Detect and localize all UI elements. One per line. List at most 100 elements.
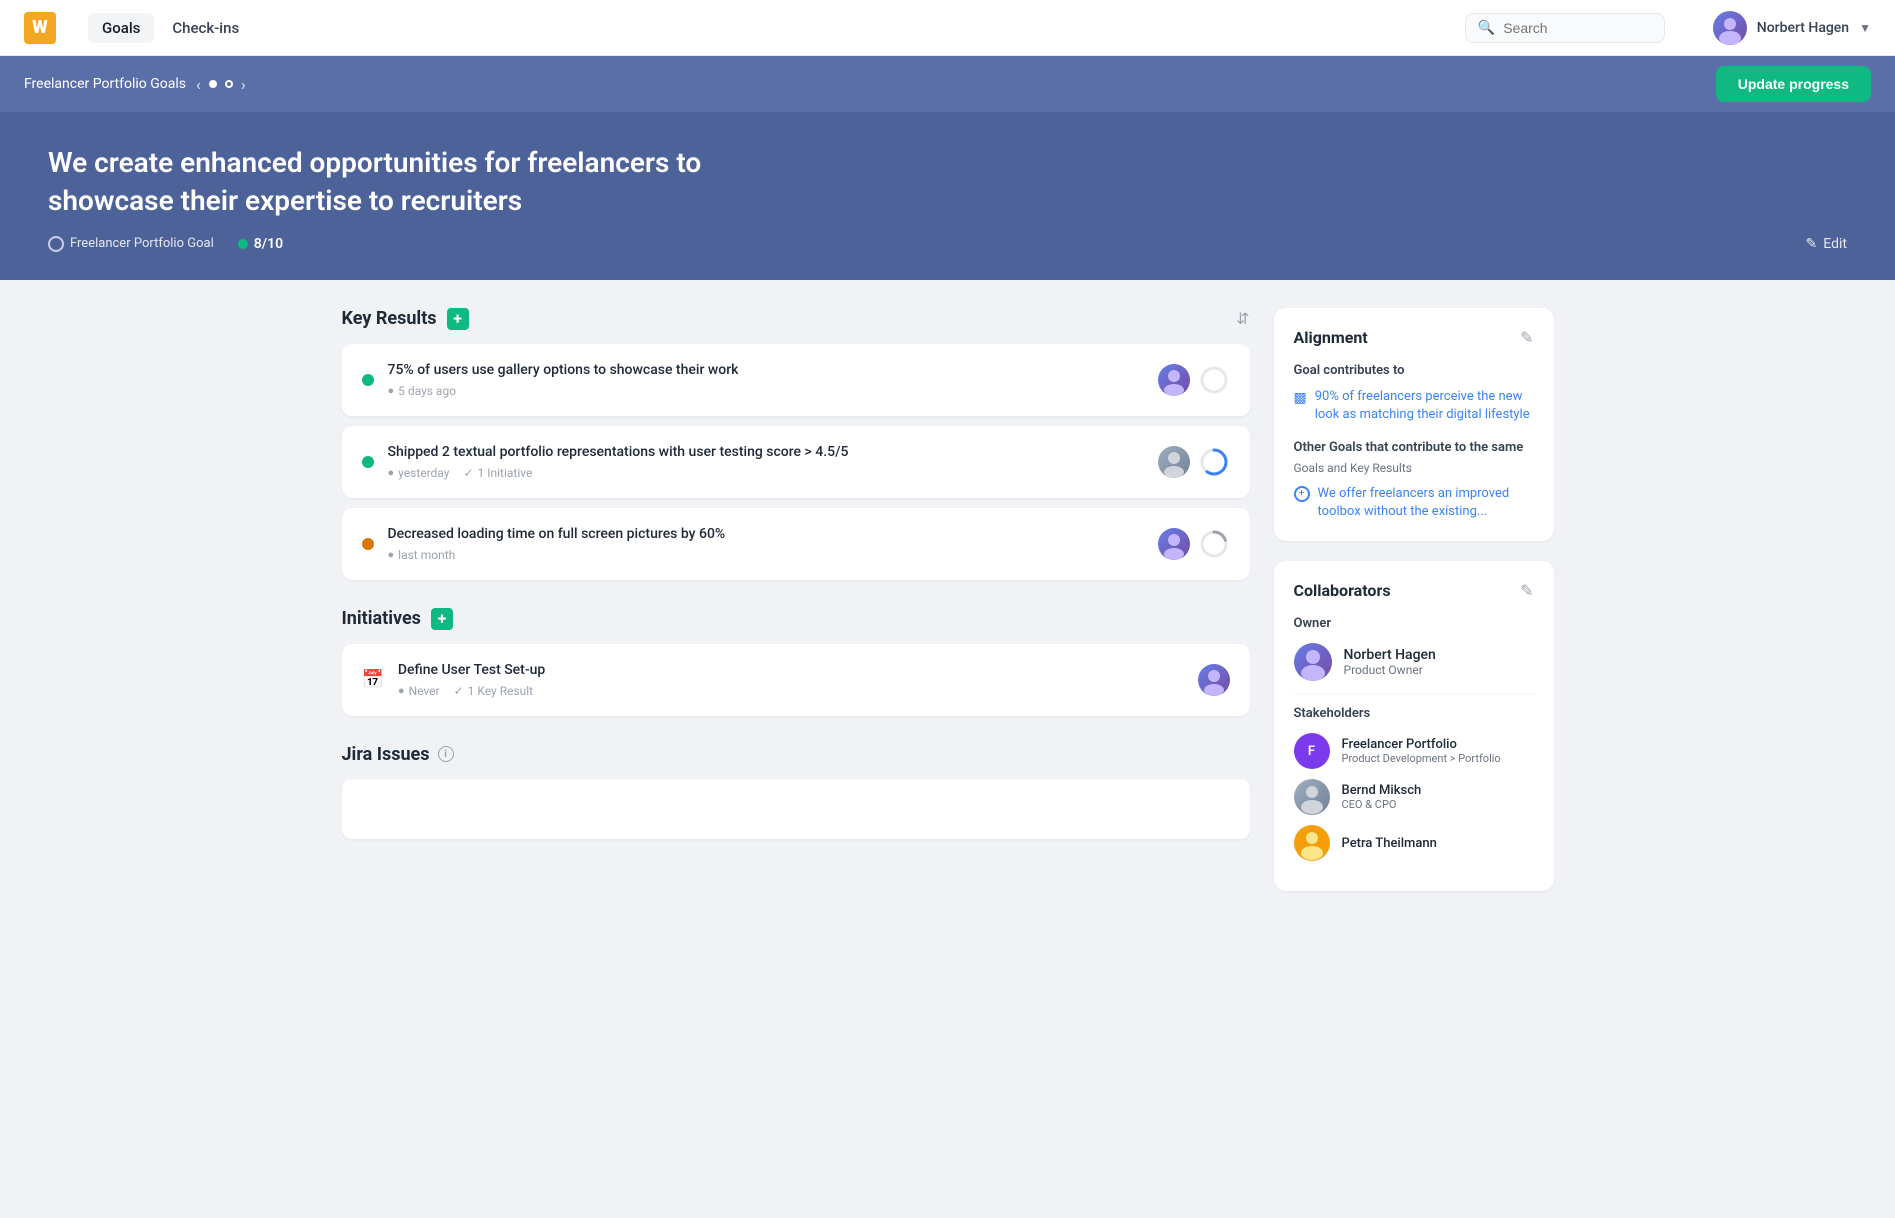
nav-goals[interactable]: Goals	[88, 13, 154, 43]
prev-arrow[interactable]: ‹	[196, 75, 201, 94]
nav-checkins[interactable]: Check-ins	[158, 13, 253, 43]
search-icon: 🔍	[1478, 20, 1495, 36]
calendar-icon: 📅	[362, 669, 384, 690]
stakeholder-avatar: F	[1294, 733, 1330, 769]
clock-icon: ●	[388, 466, 395, 479]
kr-initiative-label: 1 Initiative	[478, 466, 533, 480]
kr-title: Shipped 2 textual portfolio representati…	[388, 444, 1144, 460]
stakeholder-name: Petra Theilmann	[1342, 836, 1437, 851]
init-kr: ✓ 1 Key Result	[454, 684, 534, 698]
initiative-meta: ● Never ✓ 1 Key Result	[398, 684, 1184, 698]
app-logo: W	[24, 12, 56, 44]
initiative-title: Define User Test Set-up	[398, 662, 1184, 678]
kr-time-label: 5 days ago	[398, 384, 456, 398]
key-result-card: Decreased loading time on full screen pi…	[342, 508, 1250, 580]
kr-meta: ● 5 days ago	[388, 384, 1144, 398]
check-icon: ✓	[454, 684, 464, 698]
edit-label: Edit	[1823, 236, 1847, 252]
search-bar[interactable]: 🔍	[1465, 13, 1665, 43]
key-result-card: 75% of users use gallery options to show…	[342, 344, 1250, 416]
contributes-link[interactable]: ▩ 90% of freelancers perceive the new lo…	[1294, 388, 1534, 424]
initiative-content: Define User Test Set-up ● Never ✓ 1 Key …	[398, 662, 1184, 698]
kr-content: Shipped 2 textual portfolio representati…	[388, 444, 1144, 480]
sub-header: Freelancer Portfolio Goals ‹ › Update pr…	[0, 56, 1895, 112]
next-arrow[interactable]: ›	[241, 75, 246, 94]
clock-icon: ●	[388, 548, 395, 561]
collaborators-panel: Collaborators ✎ Owner Norbert Hagen Prod…	[1274, 561, 1554, 891]
other-goals-sub: Goals and Key Results	[1294, 461, 1534, 475]
add-initiative-button[interactable]: +	[431, 608, 453, 630]
stakeholders-label: Stakeholders	[1294, 706, 1534, 721]
alignment-edit-icon[interactable]: ✎	[1520, 328, 1533, 347]
edit-icon: ✎	[1806, 236, 1818, 252]
kr-status-dot	[362, 538, 374, 550]
hero-title: We create enhanced opportunities for fre…	[48, 144, 768, 220]
kr-meta: ● last month	[388, 548, 1144, 562]
kr-status-dot	[362, 456, 374, 468]
stakeholder-info: Freelancer Portfolio Product Development…	[1342, 737, 1501, 765]
initiatives-section: Initiatives + 📅 Define User Test Set-up …	[342, 608, 1250, 716]
other-goals-label: Other Goals that contribute to the same	[1294, 440, 1534, 455]
bar-chart-icon: ▩	[1294, 389, 1307, 409]
alignment-panel-title: Alignment	[1294, 328, 1368, 347]
init-time-label: Never	[409, 684, 440, 698]
stakeholder-info: Petra Theilmann	[1342, 836, 1437, 851]
collaborators-panel-title: Collaborators	[1294, 581, 1391, 600]
stakeholder-avatar	[1294, 825, 1330, 861]
other-goal-link-text: We offer freelancers an improved toolbox…	[1318, 485, 1534, 521]
stakeholder-role: CEO & CPO	[1342, 798, 1422, 811]
avatar-image	[1713, 11, 1747, 45]
main-layout: Key Results + ⇵ 75% of users use gallery…	[318, 280, 1578, 940]
other-goal-link[interactable]: We offer freelancers an improved toolbox…	[1294, 485, 1534, 521]
kr-content: Decreased loading time on full screen pi…	[388, 526, 1144, 562]
contributes-link-text: 90% of freelancers perceive the new look…	[1315, 388, 1534, 424]
nav-dots: ‹ ›	[196, 75, 246, 94]
initiatives-header: Initiatives +	[342, 608, 1250, 630]
stakeholder-info: Bernd Miksch CEO & CPO	[1342, 783, 1422, 811]
update-progress-button[interactable]: Update progress	[1716, 66, 1871, 102]
collaborators-edit-icon[interactable]: ✎	[1520, 581, 1533, 600]
score-value: 8/10	[254, 236, 283, 252]
kr-actions	[1158, 446, 1230, 478]
hero-meta: Freelancer Portfolio Goal 8/10 ✎ Edit	[48, 236, 1847, 252]
kr-time: ● 5 days ago	[388, 384, 457, 398]
stakeholder-row: Bernd Miksch CEO & CPO	[1294, 779, 1534, 815]
hero-section: We create enhanced opportunities for fre…	[0, 112, 1895, 280]
top-navigation: W Goals Check-ins 🔍 Norbert Hagen ▼	[0, 0, 1895, 56]
search-input[interactable]	[1503, 20, 1652, 36]
init-time: ● Never	[398, 684, 440, 698]
init-kr-label: 1 Key Result	[468, 684, 533, 698]
stakeholder-row: Petra Theilmann	[1294, 825, 1534, 861]
kr-status-dot	[362, 374, 374, 386]
kr-time: ● last month	[388, 548, 456, 562]
user-profile[interactable]: Norbert Hagen ▼	[1713, 11, 1871, 45]
add-key-result-button[interactable]: +	[447, 308, 469, 330]
clock-icon: ●	[398, 684, 405, 697]
breadcrumb: Freelancer Portfolio Goals	[24, 76, 186, 92]
info-icon: i	[438, 746, 454, 762]
hero-score: 8/10	[238, 236, 283, 252]
owner-label: Owner	[1294, 616, 1534, 631]
check-icon: ✓	[463, 466, 473, 480]
hero-tag: Freelancer Portfolio Goal	[48, 236, 214, 252]
key-result-card: Shipped 2 textual portfolio representati…	[342, 426, 1250, 498]
owner-role: Product Owner	[1344, 663, 1436, 677]
kr-avatar	[1158, 364, 1190, 396]
stakeholder-name: Freelancer Portfolio	[1342, 737, 1501, 752]
sort-icon[interactable]: ⇵	[1236, 309, 1249, 328]
key-results-title: Key Results	[342, 308, 437, 329]
initiatives-title: Initiatives	[342, 608, 421, 629]
kr-time-label: last month	[398, 548, 455, 562]
jira-card	[342, 779, 1250, 839]
kr-meta: ● yesterday ✓ 1 Initiative	[388, 466, 1144, 480]
dot-active	[209, 80, 217, 88]
alignment-panel-header: Alignment ✎	[1294, 328, 1534, 347]
nav-links: Goals Check-ins	[88, 13, 253, 43]
hero-edit-button[interactable]: ✎ Edit	[1806, 236, 1847, 252]
breadcrumb-area: Freelancer Portfolio Goals ‹ ›	[24, 75, 246, 94]
alignment-panel: Alignment ✎ Goal contributes to ▩ 90% of…	[1274, 308, 1554, 542]
key-results-section: Key Results + ⇵ 75% of users use gallery…	[342, 308, 1250, 580]
contributes-label: Goal contributes to	[1294, 363, 1534, 378]
jira-section: Jira Issues i	[342, 744, 1250, 839]
stakeholder-role: Product Development > Portfolio	[1342, 752, 1501, 765]
